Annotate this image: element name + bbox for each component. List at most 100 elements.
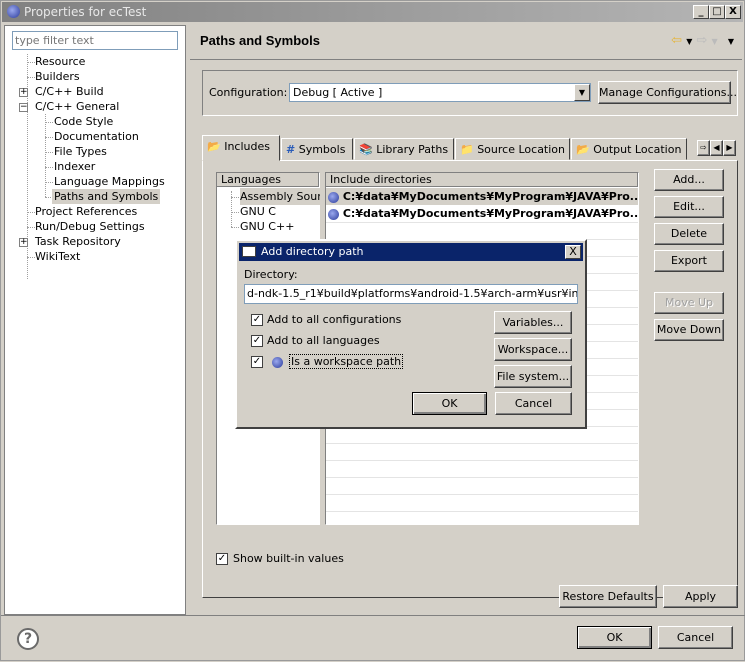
workspace-path-icon [328,191,339,203]
tree-item-run-debug-settings[interactable]: Run/Debug Settings [35,219,145,234]
delete-button[interactable]: Delete [654,223,724,245]
tree-item-file-types[interactable]: File Types [54,144,107,159]
tab-output-location[interactable]: 📂 Output Location [571,138,687,160]
chevron-down-icon[interactable]: ▼ [686,37,692,46]
folder-include-icon: 📂 [207,140,221,153]
expand-icon[interactable]: + [19,238,28,247]
dialog-cancel-button[interactable]: Cancel [495,392,572,415]
tab-overflow-icon[interactable]: ⇨ [697,140,710,156]
window-icon [242,246,256,257]
workspace-button[interactable]: Workspace... [494,338,572,361]
tab-label: Source Location [477,143,566,156]
properties-window: Properties for ecTest _ □ X Resource Bui… [0,0,745,661]
configuration-value: Debug [ Active ] [293,86,383,99]
include-directory-item[interactable]: C:¥data¥MyDocuments¥MyProgram¥JAVA¥Pro..… [328,205,638,222]
navigation-panel: Resource Builders + C/C++ Build − C/C++ … [4,25,186,615]
manage-configurations-button[interactable]: Manage Configurations... [598,81,737,104]
ok-button[interactable]: OK [577,626,652,649]
scroll-right-icon[interactable]: ▶ [723,140,736,156]
configuration-label: Configuration: [209,86,288,99]
forward-arrow-icon[interactable]: ⇨ [697,33,708,48]
chevron-down-icon[interactable]: ▼ [712,37,718,46]
workspace-icon [272,357,283,368]
expand-icon[interactable]: + [19,88,28,97]
separator [190,59,742,60]
tab-label: Output Location [593,143,682,156]
tree-item-code-style[interactable]: Code Style [54,114,113,129]
dropdown-arrow-icon[interactable]: ▼ [574,84,590,101]
dialog-title-bar[interactable]: Add directory path X [239,243,583,261]
include-path-text: C:¥data¥MyDocuments¥MyProgram¥JAVA¥Pro..… [342,190,638,203]
collapse-icon[interactable]: − [19,103,28,112]
close-button[interactable]: X [725,5,741,19]
include-path-text: C:¥data¥MyDocuments¥MyProgram¥JAVA¥Pro..… [342,207,638,220]
tab-bar: 📂 Includes # Symbols 📚 Library Paths 📁 S… [202,135,738,162]
configuration-select[interactable]: Debug [ Active ] ▼ [289,83,591,102]
tree-item-language-mappings[interactable]: Language Mappings [54,174,165,189]
filter-input[interactable] [12,31,178,50]
tree-item-builders[interactable]: Builders [35,69,80,84]
tree-item-project-references[interactable]: Project References [35,204,137,219]
help-icon[interactable]: ? [17,628,39,650]
workspace-path-label: Is a workspace path [289,354,404,369]
scroll-left-icon[interactable]: ◀ [710,140,723,156]
tab-includes[interactable]: 📂 Includes [202,135,280,161]
back-arrow-icon[interactable]: ⇦ [671,33,682,48]
dialog-button-bar: ? OK Cancel [1,615,745,662]
export-button[interactable]: Export [654,250,724,272]
tab-label: Includes [224,140,270,153]
tab-source-location[interactable]: 📁 Source Location [455,138,570,160]
configuration-group: Configuration: Debug [ Active ] ▼ Manage… [202,70,738,116]
directory-label: Directory: [244,268,298,281]
view-menu-icon[interactable]: ▼ [728,37,734,46]
dialog-ok-button[interactable]: OK [412,392,487,415]
restore-defaults-button[interactable]: Restore Defaults [559,585,657,608]
minimize-button[interactable]: _ [693,5,709,19]
window-title: Properties for ecTest [24,5,147,19]
tab-library-paths[interactable]: 📚 Library Paths [354,138,454,160]
add-all-languages-label: Add to all languages [267,334,380,347]
library-icon: 📚 [359,143,373,156]
move-up-button[interactable]: Move Up [654,292,724,314]
tree-item-cpp-general[interactable]: C/C++ General [35,99,119,114]
tree-item-cpp-build[interactable]: C/C++ Build [35,84,104,99]
move-down-button[interactable]: Move Down [654,319,724,341]
title-bar[interactable]: Properties for ecTest _ □ X [2,2,743,22]
edit-button[interactable]: Edit... [654,196,724,218]
add-all-languages-checkbox[interactable]: ✓ [251,335,263,347]
source-folder-icon: 📁 [460,143,474,156]
language-item[interactable]: GNU C++ [240,218,294,235]
hash-icon: # [286,143,296,156]
tree-item-indexer[interactable]: Indexer [54,159,95,174]
include-directory-item[interactable]: C:¥data¥MyDocuments¥MyProgram¥JAVA¥Pro..… [328,188,638,205]
dialog-close-button[interactable]: X [565,245,581,259]
tree-item-documentation[interactable]: Documentation [54,129,139,144]
tree-item-wikitext[interactable]: WikiText [35,249,80,264]
tree-item-resource[interactable]: Resource [35,54,85,69]
output-folder-icon: 📂 [576,143,590,156]
directory-input[interactable]: d-ndk-1.5_r1¥build¥platforms¥android-1.5… [244,284,578,304]
variables-button[interactable]: Variables... [494,311,572,334]
workspace-path-icon [328,208,339,220]
maximize-button[interactable]: □ [709,5,725,19]
tab-label: Library Paths [376,143,449,156]
add-all-configurations-label: Add to all configurations [267,313,402,326]
dialog-title: Add directory path [261,245,364,258]
include-directories-header: Include directories [326,173,638,187]
add-all-configurations-checkbox[interactable]: ✓ [251,314,263,326]
tab-label: Symbols [298,143,346,156]
file-system-button[interactable]: File system... [494,365,572,388]
show-builtin-label: Show built-in values [233,552,344,565]
show-builtin-checkbox[interactable]: ✓ [216,553,228,565]
apply-button[interactable]: Apply [663,585,738,608]
eclipse-icon [7,5,20,18]
languages-header: Languages [217,173,319,187]
tree-item-paths-and-symbols[interactable]: Paths and Symbols [52,189,161,204]
history-navigation[interactable]: ⇦ ▼ ⇨ ▼ ▼ [671,33,734,48]
page-title: Paths and Symbols [200,33,320,48]
add-button[interactable]: Add... [654,169,724,191]
tab-symbols[interactable]: # Symbols [281,138,353,160]
tree-item-task-repository[interactable]: Task Repository [35,234,121,249]
workspace-path-checkbox[interactable]: ✓ [251,356,263,368]
cancel-button[interactable]: Cancel [658,626,733,649]
